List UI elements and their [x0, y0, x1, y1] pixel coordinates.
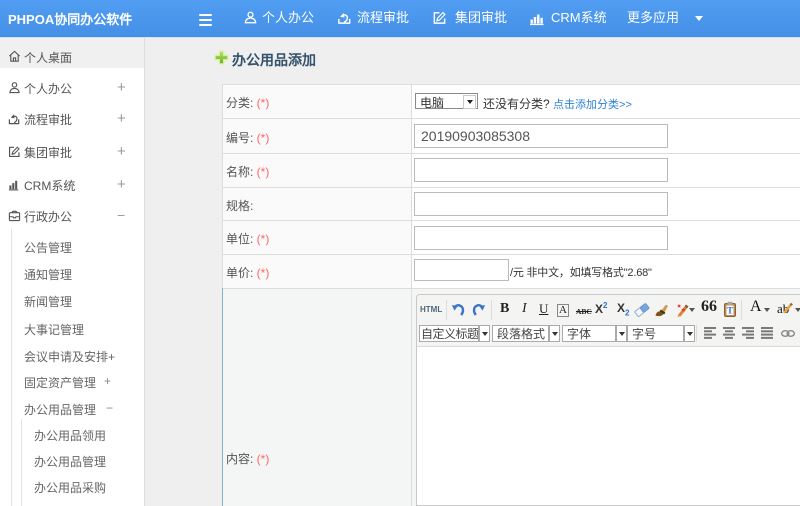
- svg-text:T: T: [727, 306, 733, 316]
